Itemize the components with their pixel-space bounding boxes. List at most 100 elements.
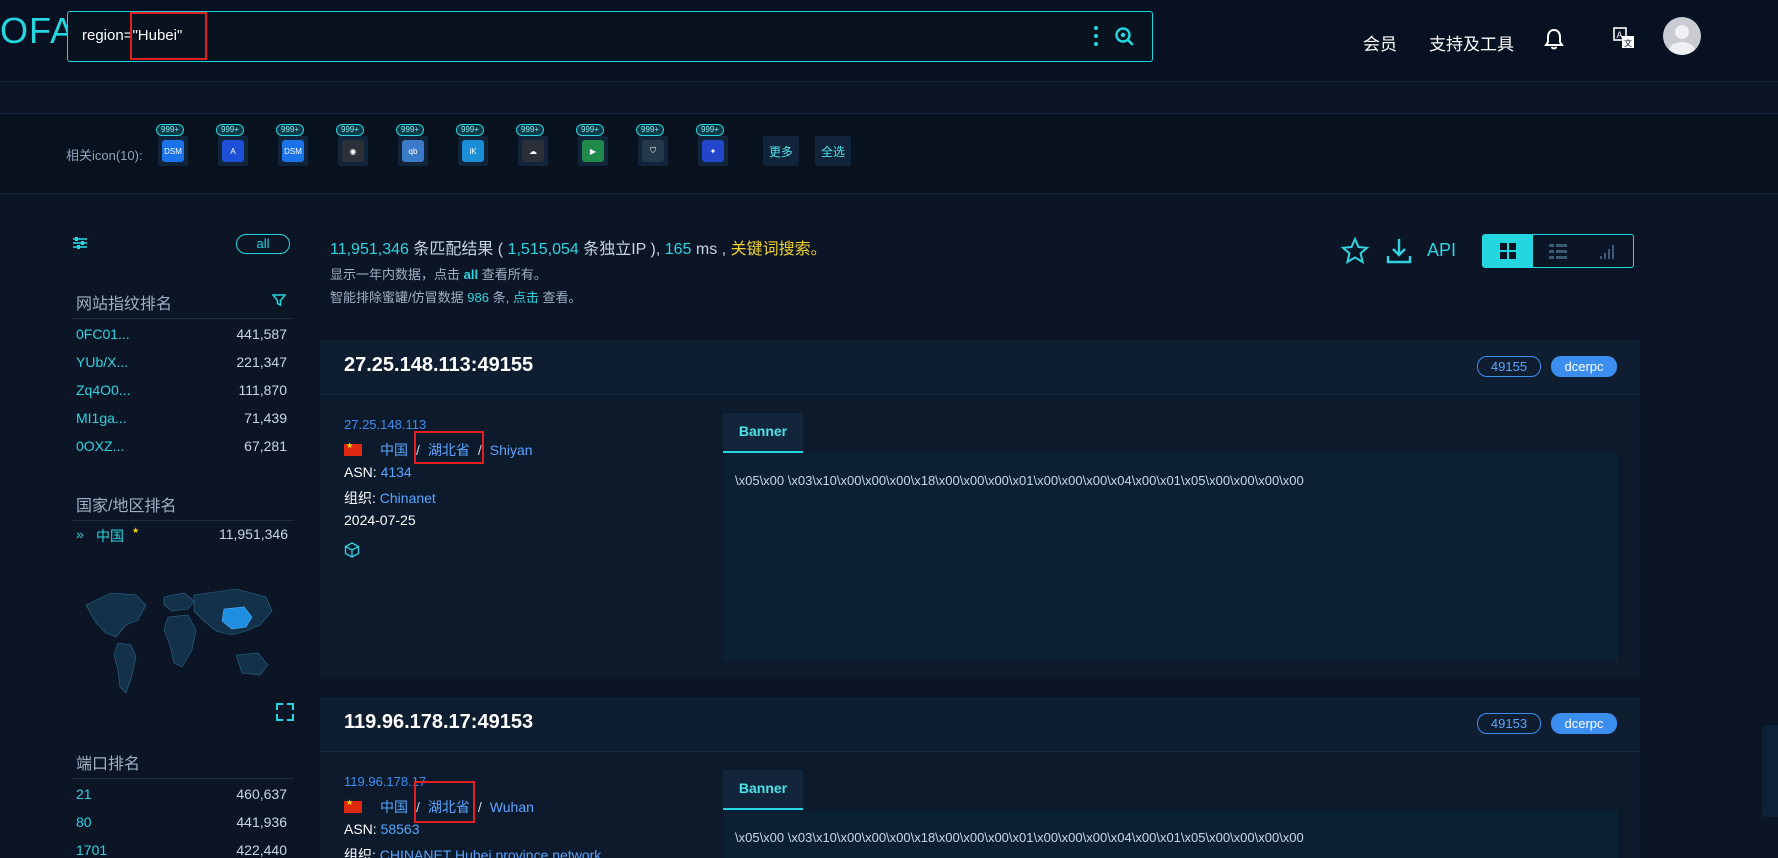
cloud-icon[interactable]: ☁ 999+ [516, 124, 548, 166]
view-link[interactable]: 点击 [513, 290, 539, 305]
fingerprint-name[interactable]: 0FC01... [76, 326, 130, 342]
country-link[interactable]: 中国 [380, 797, 408, 817]
port-count: 441,936 [236, 814, 287, 830]
fingerprint-count: 221,347 [236, 354, 287, 370]
asn-row: ASN: 58563 [344, 821, 420, 837]
port-badge[interactable]: 49153 [1477, 713, 1541, 734]
icon-glyph: ◉ [342, 140, 364, 162]
translate-icon[interactable]: A 文 [1612, 26, 1636, 50]
org-label: 组织: [344, 490, 376, 506]
port-badge[interactable]: 49155 [1477, 356, 1541, 377]
asn-label: ASN: [344, 821, 377, 837]
divider [72, 318, 294, 319]
ik-icon[interactable]: iK 999+ [456, 124, 488, 166]
protocol-badge[interactable]: dcerpc [1551, 713, 1617, 734]
list-view-button[interactable] [1533, 235, 1583, 267]
more-vertical-icon[interactable] [1093, 26, 1099, 46]
year-filter-note: 显示一年内数据，点击 all 查看所有。 [330, 264, 547, 283]
api-link[interactable]: API [1427, 240, 1456, 261]
org-link[interactable]: CHINANET Hubei province network [380, 847, 602, 858]
world-map[interactable] [76, 575, 286, 710]
camera-icon[interactable]: ◉ 999+ [336, 124, 368, 166]
scan-date: 2024-07-25 [344, 512, 416, 528]
qb-icon[interactable]: qb 999+ [396, 124, 428, 166]
banner-tab[interactable]: Banner [723, 413, 803, 453]
result-card-header: 119.96.178.17:49153 49153 dcerpc [320, 697, 1640, 752]
result-host[interactable]: 119.96.178.17:49153 [344, 711, 533, 734]
paw-icon[interactable]: ✦ 999+ [696, 124, 728, 166]
note-text: 智能排除蜜罐/仿冒数据 [330, 290, 464, 305]
all-link[interactable]: all [464, 267, 478, 282]
divider [72, 520, 294, 521]
country-count: 11,951,346 [218, 526, 288, 542]
asn-link[interactable]: 4134 [381, 464, 412, 480]
cube-icon[interactable] [344, 542, 360, 558]
floating-side-tab[interactable] [1762, 725, 1778, 817]
banner-text: \x05\x00 \x03\x10\x00\x00\x00\x18\x00\x0… [735, 830, 1304, 845]
fingerprint-count: 441,587 [236, 326, 287, 342]
dsm-2-icon[interactable]: DSM 999+ [276, 124, 308, 166]
count-badge: 999+ [276, 124, 305, 136]
city-link[interactable]: Wuhan [490, 799, 534, 815]
search-icon[interactable] [1114, 26, 1134, 46]
count-badge: 999+ [696, 124, 725, 136]
china-flag-icon [344, 798, 362, 813]
search-bar[interactable]: region="Hubei" [67, 11, 1153, 62]
asn-link[interactable]: 58563 [381, 821, 420, 837]
fingerprint-count: 67,281 [244, 438, 287, 454]
result-card: 119.96.178.17:49153 49153 dcerpc 119.96.… [320, 697, 1640, 858]
unique-ip-count: 1,515,054 [507, 241, 579, 258]
result-host[interactable]: 27.25.148.113:49155 [344, 354, 533, 377]
nav-tools[interactable]: 支持及工具 [1429, 30, 1514, 55]
icon-glyph: DSM [282, 140, 304, 162]
fingerprint-name[interactable]: Zq4O0... [76, 382, 130, 398]
count-badge: 999+ [636, 124, 665, 136]
stats-view-button[interactable] [1583, 235, 1633, 267]
unique-ip-label: 条独立IP ), [583, 241, 661, 258]
svg-text:文: 文 [1624, 38, 1632, 48]
ip-link[interactable]: 27.25.148.113 [344, 417, 426, 432]
more-button[interactable]: 更多 [763, 136, 800, 166]
fingerprint-rank-title: 网站指纹排名 [76, 296, 173, 313]
star-icon[interactable] [1341, 237, 1369, 265]
city-link[interactable]: Shiyan [490, 442, 533, 458]
bell-icon[interactable] [1543, 27, 1565, 51]
logo[interactable]: OFA [0, 10, 75, 52]
dsm-icon[interactable]: DSM 999+ [156, 124, 188, 166]
grid-view-button[interactable] [1483, 235, 1533, 267]
port-name[interactable]: 1701 [76, 842, 107, 858]
org-link[interactable]: Chinanet [380, 490, 436, 506]
fingerprint-name[interactable]: YUb/X... [76, 354, 128, 370]
note-text: 查看。 [542, 290, 582, 305]
count-badge: 999+ [576, 124, 605, 136]
fingerprint-count: 111,870 [238, 382, 287, 398]
nav-vip[interactable]: 会员 [1363, 30, 1397, 55]
result-card: 27.25.148.113:49155 49155 dcerpc 27.25.1… [320, 340, 1640, 678]
shield-icon[interactable]: ⛉ 999+ [636, 124, 668, 166]
download-icon[interactable] [1384, 236, 1414, 266]
keyword-search-link[interactable]: 关键词搜索。 [731, 241, 827, 258]
filter-sliders-icon[interactable] [72, 236, 88, 250]
a-logo-icon[interactable]: A 999+ [216, 124, 248, 166]
expand-icon[interactable] [275, 702, 295, 722]
protocol-badge[interactable]: dcerpc [1551, 356, 1617, 377]
port-name[interactable]: 80 [76, 814, 92, 830]
total-count: 11,951,346 [330, 241, 409, 258]
count-badge: 999+ [516, 124, 545, 136]
banner-tab[interactable]: Banner [723, 770, 803, 810]
icon-glyph: ☁ [522, 140, 544, 162]
country-link[interactable]: 中国 [380, 440, 408, 460]
honeypot-note: 智能排除蜜罐/仿冒数据 986 条, 点击 查看。 [330, 287, 581, 306]
fingerprint-name[interactable]: 0OXZ... [76, 438, 124, 454]
filter-icon[interactable] [272, 293, 286, 307]
fingerprint-name[interactable]: MI1ga... [76, 410, 127, 426]
play-icon[interactable]: ▶ 999+ [576, 124, 608, 166]
select-all-button[interactable]: 全选 [815, 136, 852, 166]
honeypot-count: 986 [467, 290, 489, 305]
country-row[interactable]: » 中国 11,951,346 [76, 526, 296, 546]
port-name[interactable]: 21 [76, 786, 92, 802]
icon-glyph: iK [462, 140, 484, 162]
org-row: 组织: Chinanet [344, 488, 436, 508]
avatar[interactable] [1663, 17, 1701, 55]
all-toggle[interactable]: all [236, 234, 290, 254]
